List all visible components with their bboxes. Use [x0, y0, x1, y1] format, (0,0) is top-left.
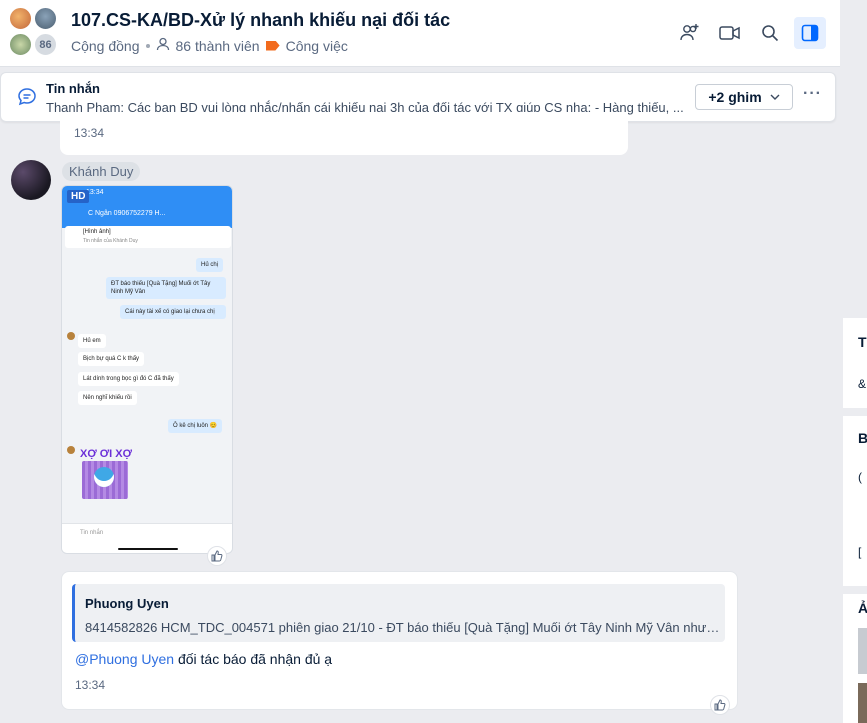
member-avatar: [8, 6, 33, 31]
info-section-title: T: [858, 334, 867, 350]
info-section: [843, 318, 867, 408]
members-icon[interactable]: [156, 37, 170, 54]
more-pins-label: +2 ghim: [708, 89, 762, 105]
group-title[interactable]: 107.CS-KA/BD-Xử lý nhanh khiếu nại đối t…: [71, 10, 450, 31]
screenshot-bubble: Bịch bự quá C k thấy: [78, 352, 145, 367]
message-time: 13:34: [74, 126, 105, 140]
link-icon[interactable]: &: [858, 377, 866, 391]
message-time: 13:34: [75, 678, 106, 692]
quote-text: 8414582826 HCM_TDC_004571 phiên giao 21/…: [85, 620, 720, 635]
screenshot-bubble: Lát dính trong bọc gì đó C đã thấy: [78, 372, 179, 387]
like-button[interactable]: [207, 546, 227, 566]
image-attachment[interactable]: 13:34 C Ngân 0906752279 H... HD [Hình ản…: [61, 185, 233, 554]
thumbs-up-icon: [714, 699, 726, 711]
message-bubble-icon: [17, 87, 37, 112]
hd-badge: HD: [67, 190, 90, 203]
side-panel-icon: [801, 24, 819, 42]
more-options-icon[interactable]: ···: [803, 85, 822, 103]
sticker-image: [82, 461, 128, 499]
search-icon: [762, 25, 779, 42]
message-body: đối tác báo đã nhận đủ ạ: [174, 651, 333, 667]
sender-name[interactable]: Khánh Duy: [62, 162, 141, 181]
media-thumbnail[interactable]: [858, 628, 867, 674]
media-thumbnail[interactable]: [858, 683, 867, 723]
home-indicator: [118, 548, 178, 550]
member-avatar: [8, 32, 33, 57]
screenshot-avatar: [67, 332, 75, 340]
member-count-avatar: 86: [33, 32, 58, 57]
tag-label[interactable]: Công việc: [286, 38, 348, 54]
separator-dot: [145, 43, 150, 48]
file-icon[interactable]: [: [858, 545, 861, 559]
search-button[interactable]: [754, 17, 786, 49]
screenshot-bubble: Nên nghĩ khiếu rồi: [78, 391, 137, 406]
sticker-text: XỢ ƠI XỢ: [80, 448, 132, 460]
screenshot-bubble: ĐT báo thiếu [Quà Tặng] Muối ớt Tây Ninh…: [106, 277, 226, 300]
chevron-down-icon: [770, 94, 780, 100]
header-actions: [674, 17, 826, 49]
screenshot-input-bar: Tin nhắn: [62, 523, 232, 553]
info-section-title: Ả: [858, 600, 867, 616]
chat-header: 86 107.CS-KA/BD-Xử lý nhanh khiếu nại đố…: [0, 0, 840, 67]
mention-link[interactable]: @Phuong Uyen: [75, 651, 174, 667]
quote-author: Phuong Uyen: [85, 596, 169, 611]
clock-icon[interactable]: (: [858, 470, 862, 484]
screenshot-avatar: [67, 446, 75, 454]
thumbs-up-icon: [211, 550, 223, 562]
toggle-panel-button[interactable]: [794, 17, 826, 49]
more-pins-dropdown[interactable]: +2 ghim: [695, 84, 793, 110]
group-avatar[interactable]: 86: [8, 6, 62, 58]
screenshot-chat-title: C Ngân 0906752279 H...: [88, 210, 166, 217]
screenshot-input-placeholder: Tin nhắn: [80, 530, 104, 536]
screenshot-pin-title: [Hình ảnh]: [83, 229, 111, 235]
screenshot-pinned: [Hình ảnh] Tin nhắn của Khánh Duy: [65, 226, 231, 248]
message-text: @Phuong Uyen đối tác báo đã nhận đủ ạ: [75, 651, 332, 667]
pinned-title: Tin nhắn: [46, 81, 100, 96]
video-call-button[interactable]: [714, 17, 746, 49]
group-meta: Cộng đồng 86 thành viên Công việc: [71, 37, 348, 54]
sender-avatar[interactable]: [11, 160, 51, 200]
like-button[interactable]: [710, 695, 730, 715]
community-label: Cộng đồng: [71, 37, 140, 54]
members-count[interactable]: 86 thành viên: [176, 38, 260, 54]
tag-icon: [265, 40, 280, 51]
screenshot-bubble: Hủ chị: [196, 258, 224, 273]
video-icon: [719, 26, 740, 40]
info-section-title: B: [858, 430, 867, 446]
screenshot-bubble: Ô kê chị luôn 😊: [168, 419, 223, 434]
message-bubble[interactable]: [60, 112, 628, 155]
screenshot-bubble: Cái này tài xế có giao lại chưa chị: [120, 305, 226, 320]
screenshot-pin-sub: Tin nhắn của Khánh Duy: [83, 238, 138, 244]
member-avatar: [33, 6, 58, 31]
add-member-icon: [680, 24, 699, 41]
screenshot-bubble: Hủ em: [78, 334, 106, 349]
add-member-button[interactable]: [674, 17, 706, 49]
